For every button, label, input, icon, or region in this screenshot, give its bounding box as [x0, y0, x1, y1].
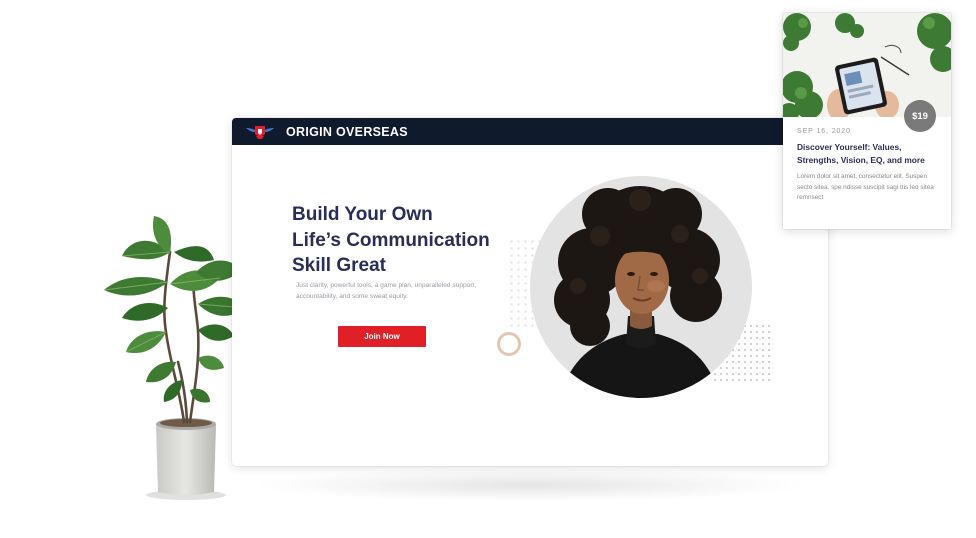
woman-portrait-icon — [554, 186, 722, 398]
brand-name[interactable]: ORIGIN OVERSEAS — [286, 125, 408, 139]
winged-shield-logo-icon — [246, 125, 274, 139]
course-card[interactable]: $19 SEP 16, 2020 Discover Yourself: Valu… — [783, 13, 951, 229]
hero-title: Build Your Own Life’s Communication Skil… — [292, 202, 522, 279]
hero-title-line-3: Skill Great — [292, 255, 386, 276]
ring-decoration — [497, 332, 521, 356]
price-badge: $19 — [904, 100, 936, 132]
hero-title-line-1: Build Your Own — [292, 204, 433, 225]
website-mockup: ORIGIN OVERSEAS Build Your Own Life’s Co… — [232, 118, 828, 466]
hero-title-line-2: Life’s Communication — [292, 229, 490, 251]
card-title[interactable]: Discover Yourself: Values, Strengths, Vi… — [797, 141, 943, 167]
card-description: Lorem dolor sit amet, consectetur elit. … — [797, 173, 934, 201]
top-navbar: ORIGIN OVERSEAS — [232, 118, 828, 145]
hero-description: Just clarity, powerful tools, a game pla… — [296, 282, 477, 300]
potted-plant-icon — [103, 216, 247, 500]
join-now-button[interactable]: Join Now — [338, 326, 426, 347]
portrait-photo — [530, 176, 752, 398]
floor-shadow — [250, 468, 810, 502]
card-date: SEP 16, 2020 — [797, 128, 851, 135]
